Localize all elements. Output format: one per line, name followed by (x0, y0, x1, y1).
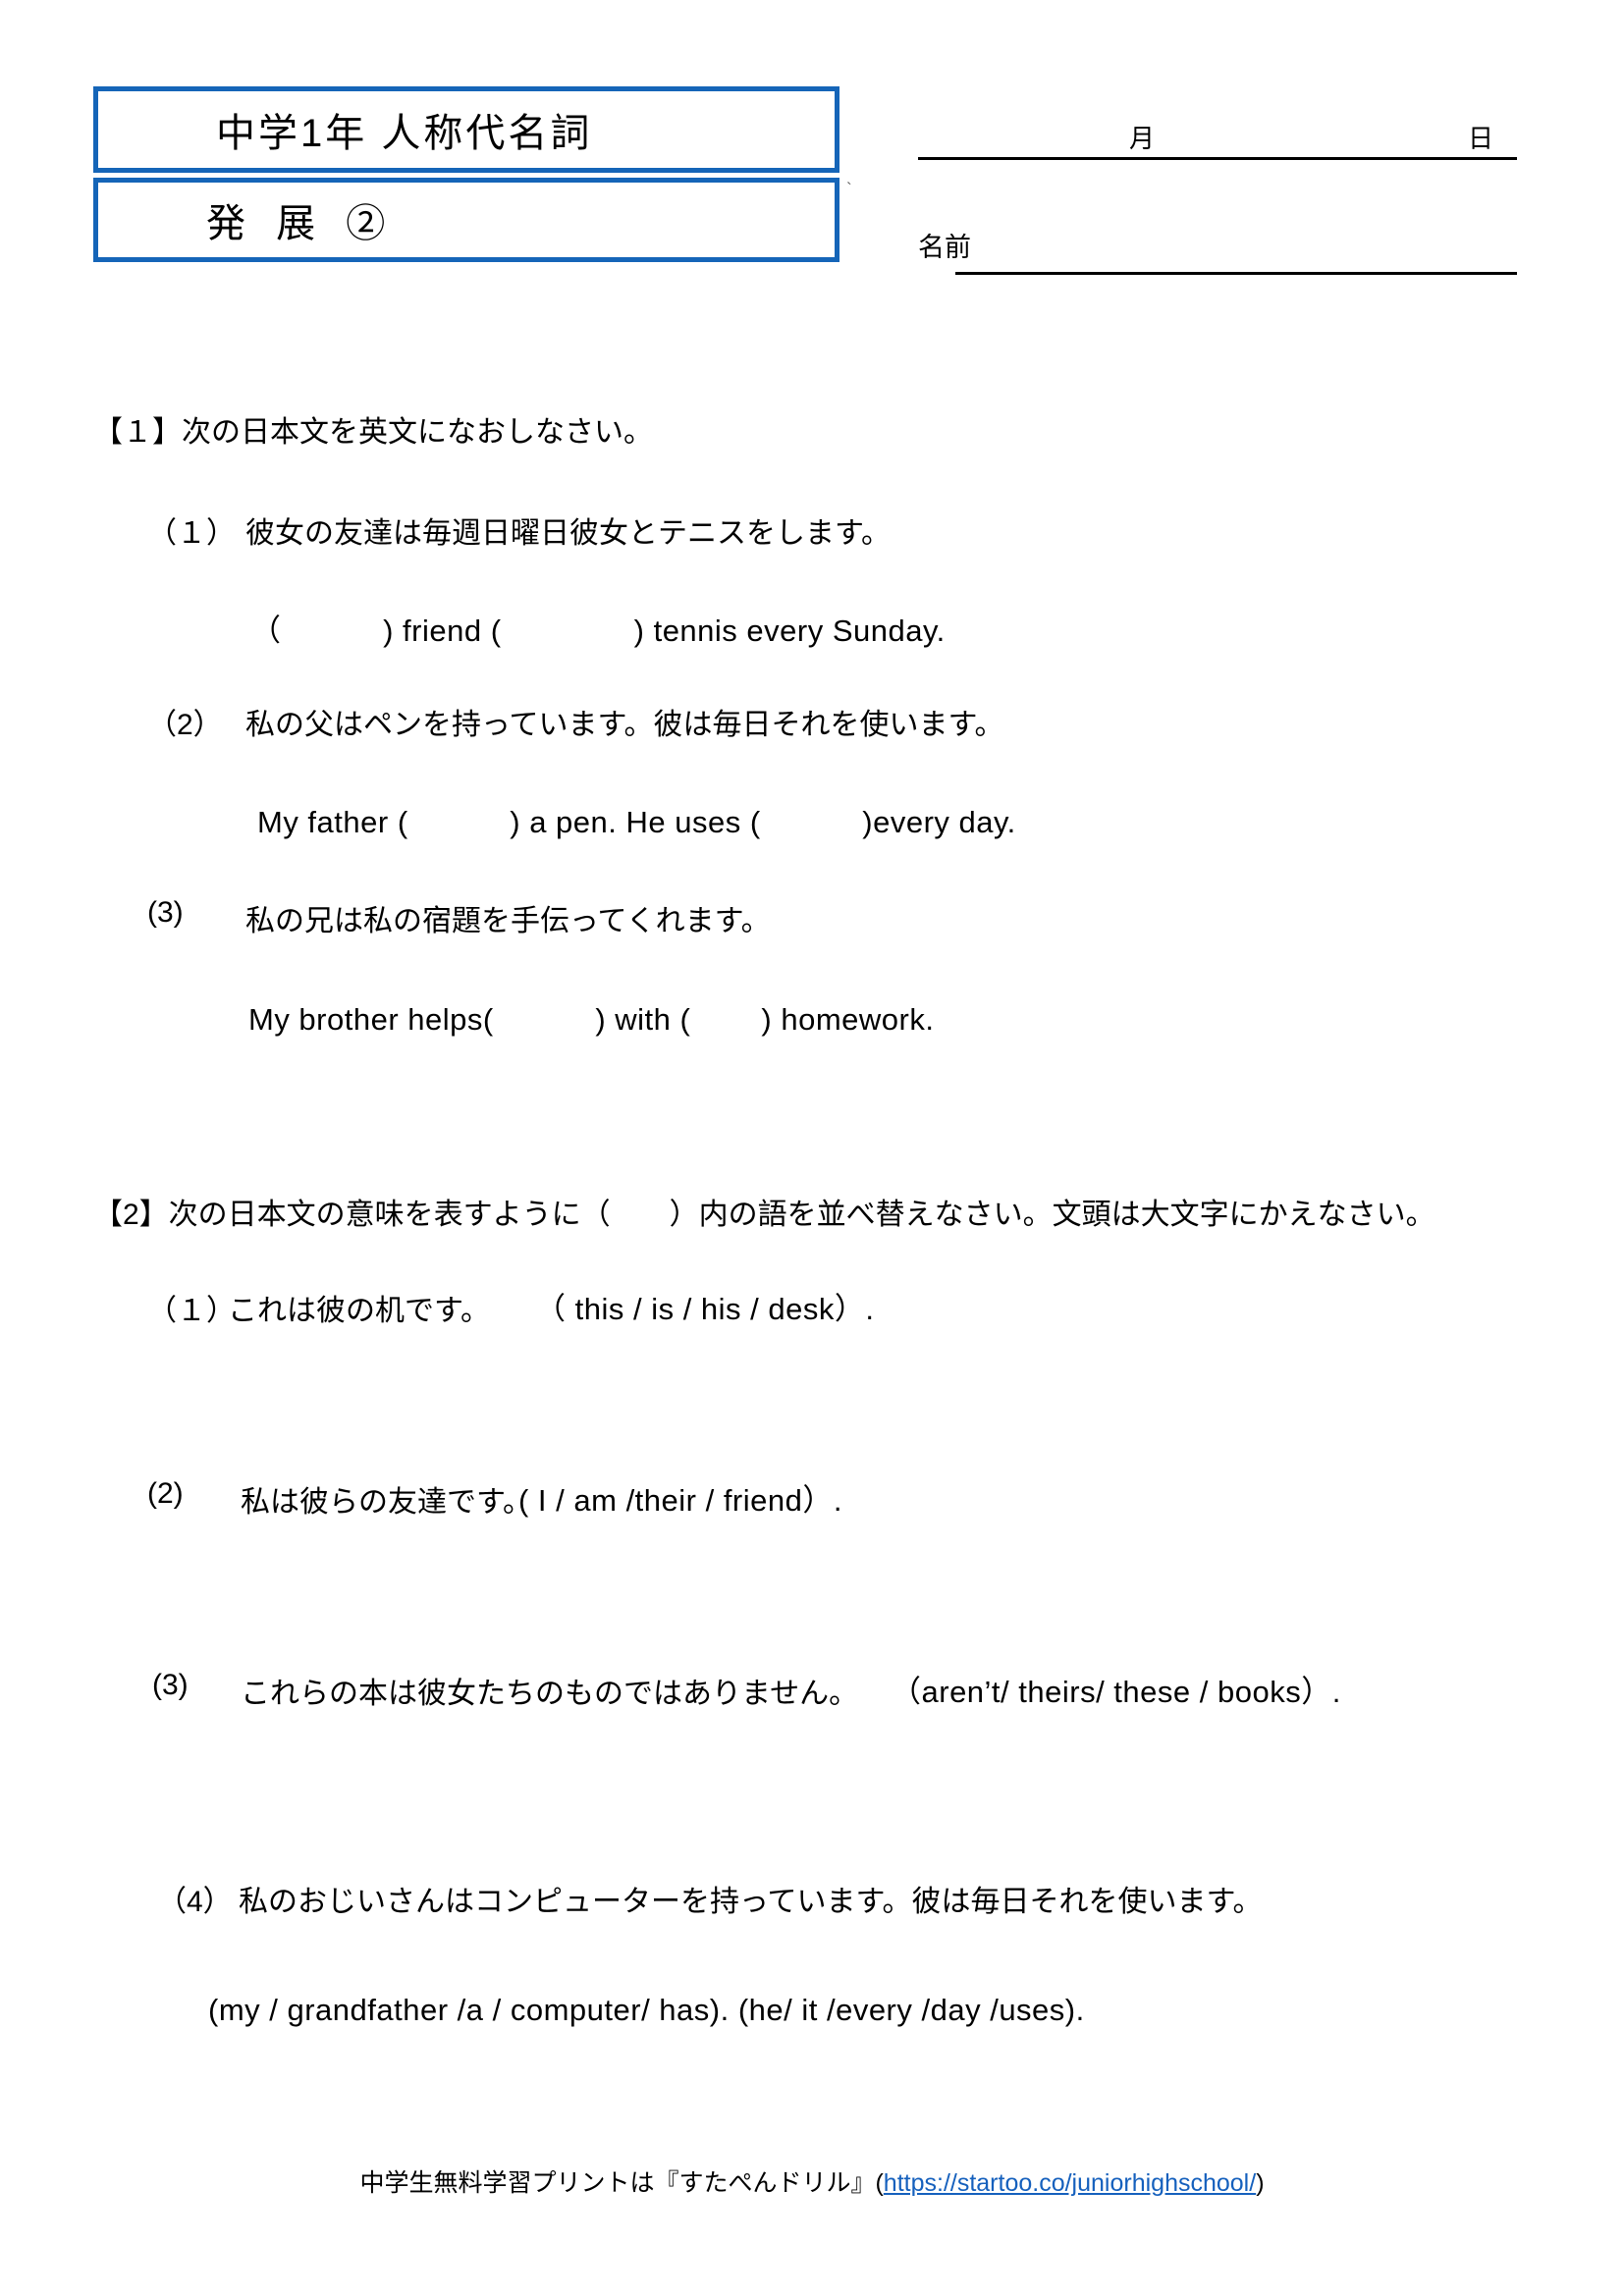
section-2-item-2-word-bank[interactable]: ( I / am /their / friend）. (518, 1475, 842, 1520)
footer: 中学生無料学習プリントは『すたぺんドリル』(https://startoo.co… (0, 2163, 1624, 2199)
section-1-item-1-answer-line[interactable]: （ ) friend ( ) tennis every Sunday. (250, 606, 946, 650)
tick-mark-decoration: ` (846, 180, 852, 198)
date-write-line[interactable]: 月 日 (918, 106, 1517, 160)
footer-text-before: 中学生無料学習プリントは『すたぺんドリル』( (359, 2169, 884, 2197)
section-2-heading: 【2】次の日本文の意味を表すように（ ）内の語を並べ替えなさい。文頭は大文字にか… (93, 1199, 1435, 1231)
section-2-item-3-japanese: これらの本は彼女たちのものではありません。 (241, 1678, 859, 1710)
name-rule (955, 272, 1517, 275)
section-1-item-2-answer-line[interactable]: My father ( ) a pen. He uses ( )every da… (257, 797, 1016, 841)
title-box-level: 発 展 ② (93, 178, 839, 262)
section-1-item-3-japanese: 私の兄は私の宿題を手伝ってくれます。 (245, 905, 771, 937)
section-2-item-4-word-bank[interactable]: (my / grandfather /a / computer/ has). (… (208, 1993, 1085, 2028)
worksheet-level: 発 展 ② (206, 202, 396, 245)
date-day-label: 日 (1467, 124, 1493, 153)
title-box-subject: 中学1年 人称代名詞 (93, 86, 839, 173)
name-write-line[interactable]: 名前 (918, 224, 1517, 275)
section-2-item-2-number: (2) (147, 1477, 184, 1510)
section-2-item-4-japanese: 私のおじいさんはコンピューターを持っています。彼は毎日それを使います。 (239, 1886, 1263, 1918)
section-2-item-4-number: （4） (157, 1886, 233, 1918)
section-1-item-1-japanese: 彼女の友達は毎週日曜日彼女とテニスをします。 (245, 517, 891, 550)
section-1-heading: 【１】次の日本文を英文になおしなさい。 (93, 416, 653, 449)
name-label: 名前 (918, 233, 971, 262)
worksheet-header: 中学1年 人称代名詞 発 展 ② ` 月 日 名前 (0, 0, 1624, 294)
date-month-label: 月 (1129, 124, 1156, 153)
date-field[interactable]: 月 日 (918, 106, 1517, 160)
section-2-item-3-word-bank[interactable]: （aren’t/ theirs/ these / books）. (891, 1667, 1341, 1711)
section-1-item-2-number: （2） (147, 709, 223, 741)
section-2-item-3-number: (3) (152, 1669, 189, 1701)
footer-site-link[interactable]: https://startoo.co/juniorhighschool/ (884, 2169, 1256, 2197)
worksheet-title: 中学1年 人称代名詞 (216, 112, 593, 155)
section-1-item-1-number: （１） (147, 517, 236, 550)
section-2-item-1-number: （１） (147, 1295, 236, 1327)
footer-text-after: ) (1256, 2169, 1265, 2197)
section-2-item-1-japanese: これは彼の机です。 (228, 1295, 490, 1327)
section-1-item-3-answer-line[interactable]: My brother helps( ) with ( ) homework. (248, 994, 934, 1039)
title-box-group: 中学1年 人称代名詞 発 展 ② (93, 86, 839, 262)
name-field[interactable]: 名前 (918, 224, 1517, 275)
section-1-item-2-japanese: 私の父はペンを持っています。彼は毎日それを使います。 (245, 709, 1004, 741)
section-2-item-1-word-bank[interactable]: （ this / is / his / desk）. (535, 1284, 874, 1328)
section-1-item-3-number: (3) (147, 896, 184, 929)
section-2-item-2-japanese: 私は彼らの友達です。 (241, 1486, 532, 1519)
